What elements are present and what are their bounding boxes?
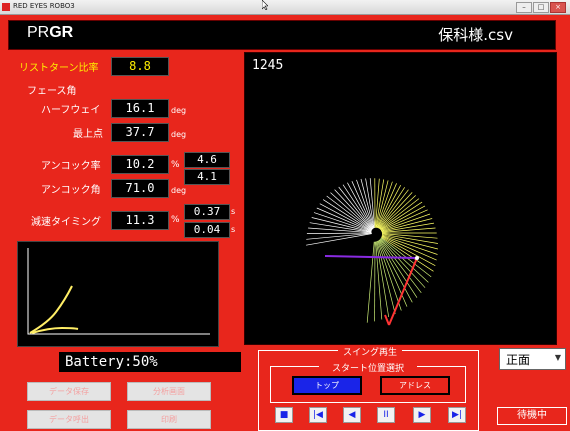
halfway-label: ハーフウェイ xyxy=(41,105,101,116)
frame-counter: 1245 xyxy=(252,58,284,73)
decel-timing-value: 11.3 xyxy=(111,211,169,230)
analysis-display-button[interactable]: 分析画面 xyxy=(127,382,211,401)
view-direction-value: 正面 xyxy=(506,353,531,367)
start-position-title: スタート位置選択 xyxy=(319,361,417,374)
header-bar: PRGR 保科様.csv xyxy=(8,20,556,50)
close-button[interactable]: × xyxy=(550,2,566,13)
chevron-down-icon: ▼ xyxy=(554,353,561,362)
file-name: 保科様.csv xyxy=(438,26,513,44)
start-top-button[interactable]: トップ xyxy=(292,376,362,395)
print-button[interactable]: 印刷 xyxy=(127,410,211,429)
battery-status: Battery:50% xyxy=(59,352,241,372)
halfway-value: 16.1 xyxy=(111,99,169,118)
minimize-button[interactable]: – xyxy=(516,2,532,13)
top-point-value: 37.7 xyxy=(111,123,169,142)
status-indicator: 待機中 xyxy=(497,407,567,425)
swing-trajectory-graphic xyxy=(306,178,438,326)
decel-timing-sub1-unit: s xyxy=(231,207,236,216)
decel-timing-sub1: 0.37 xyxy=(184,204,230,220)
wrist-turn-ratio-value: 8.8 xyxy=(111,57,169,76)
mouse-cursor-icon xyxy=(262,0,268,10)
pause-button[interactable]: II xyxy=(377,407,395,423)
data-read-button[interactable]: データ呼出 xyxy=(27,410,111,429)
decel-timing-sub2: 0.04 xyxy=(184,222,230,238)
skip-to-end-button[interactable]: ▶| xyxy=(448,407,466,423)
app-icon xyxy=(2,3,10,11)
swing-playback-title: スイング再生 xyxy=(338,345,402,358)
data-save-button[interactable]: データ保存 xyxy=(27,382,111,401)
step-back-button[interactable]: ◀ xyxy=(343,407,361,423)
view-direction-select[interactable]: 正面 ▼ xyxy=(499,348,566,370)
maximize-button[interactable]: □ xyxy=(533,2,549,13)
brand-logo: PRGR xyxy=(27,24,74,41)
uncock-angle-value: 71.0 xyxy=(111,179,169,198)
decel-timing-unit: % xyxy=(171,215,180,225)
play-button[interactable]: ▶ xyxy=(413,407,431,423)
uncock-rate-value: 10.2 xyxy=(111,155,169,174)
face-angle-label: フェース角 xyxy=(27,86,77,97)
window-title: RED EYES ROBO3 xyxy=(13,2,75,10)
top-point-unit: deg xyxy=(171,130,187,139)
uncock-rate-sub1: 4.6 xyxy=(184,152,230,168)
decel-timing-label: 減速タイミング xyxy=(31,217,101,228)
decel-timing-sub2-unit: s xyxy=(231,225,236,234)
top-point-label: 最上点 xyxy=(73,129,103,140)
uncock-rate-sub2: 4.1 xyxy=(184,169,230,185)
uncock-rate-label: アンコック率 xyxy=(41,161,101,172)
title-bar: RED EYES ROBO3 – □ × xyxy=(0,0,570,15)
uncock-angle-unit: deg xyxy=(171,186,187,195)
swing-trajectory-view: 1245 xyxy=(244,52,557,345)
start-address-button[interactable]: アドレス xyxy=(380,376,450,395)
stop-button[interactable]: ■ xyxy=(275,407,293,423)
halfway-unit: deg xyxy=(171,106,187,115)
skip-to-start-button[interactable]: |◀ xyxy=(309,407,327,423)
uncock-angle-label: アンコック角 xyxy=(41,185,101,196)
wrist-turn-ratio-label: リストターン比率 xyxy=(19,63,99,74)
mini-trace-graphic xyxy=(27,248,210,335)
mini-trace-chart xyxy=(17,241,219,347)
uncock-rate-unit: % xyxy=(171,160,180,170)
